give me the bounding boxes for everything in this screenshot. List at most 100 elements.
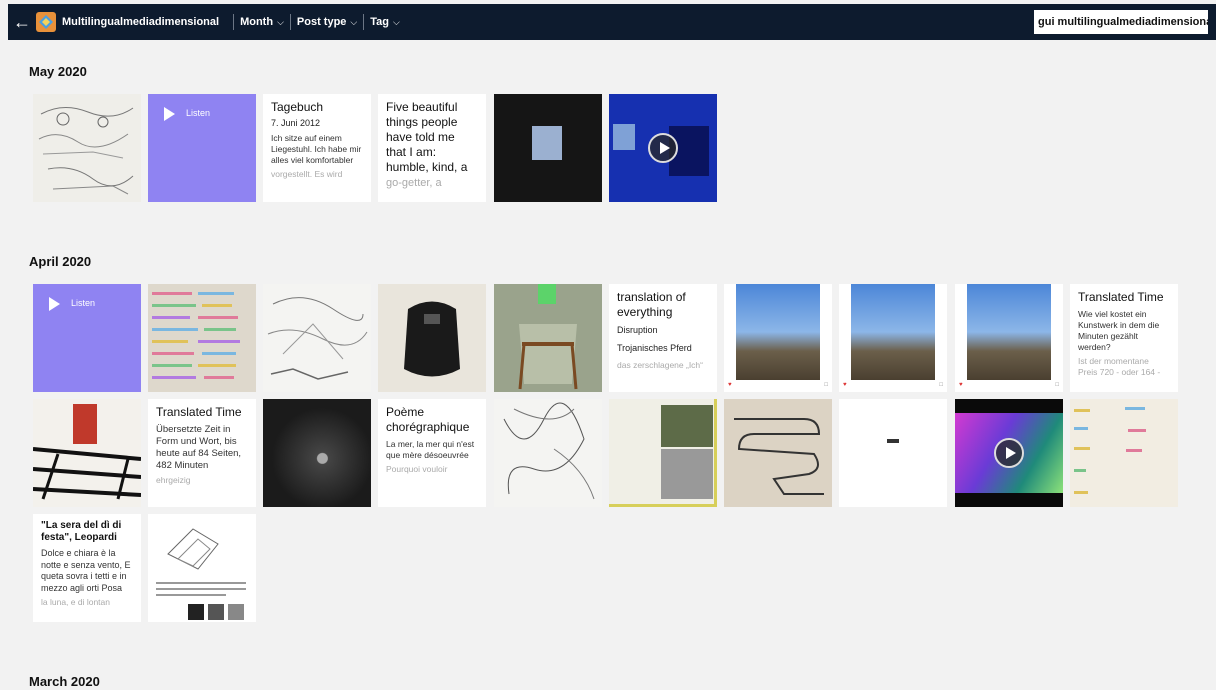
photo-image [734,418,824,495]
audio-post-tile[interactable]: Listen [148,94,256,202]
post-body: La mer, la mer qui n'est que mère désoeu… [386,439,475,460]
photo-tile-line-drawing[interactable] [263,284,371,392]
text-post-translation[interactable]: translation of everything Disruption Tro… [609,284,717,392]
photo-image [33,404,141,500]
photo-tile-woodcut[interactable] [33,399,141,507]
post-body: humble, kind, a [386,160,468,174]
video-tile-gradient[interactable] [955,399,1063,507]
top-bar: ← Multilingualmediadimensional Month ⌵ Po… [8,4,1216,40]
photo-tile-notes[interactable] [1070,399,1178,507]
text-post-translated-time-1[interactable]: Translated Time Wie viel kostet ein Kuns… [1070,284,1178,392]
photo-tile-sky-3[interactable]: ♥ □ [955,284,1063,392]
post-body-fade: Pourquoi vouloir [386,464,448,474]
photo-image [967,284,1051,380]
reaction-bar: ♥ □ [959,382,1059,390]
listen-label: Listen [71,298,96,308]
photo-tile-dark-screen[interactable] [494,94,602,202]
month-menu-label: Month [240,16,274,28]
chevron-down-icon: ⌵ [392,16,400,27]
photo-tile-dark-texture[interactable] [263,399,371,507]
back-arrow-icon[interactable]: ← [8,12,36,33]
text-post-five-beautiful[interactable]: Five beautiful things people have told m… [378,94,486,202]
photo-tile-scribble[interactable] [494,399,602,507]
post-type-menu-label: Post type [296,16,347,28]
post-body: Wie viel kostet ein Kunstwerk in dem die… [1078,309,1160,352]
divider [289,14,291,30]
post-title: Five beautiful things people have told m… [386,100,458,159]
audio-post-tile[interactable]: Listen [33,284,141,392]
photo-image [156,528,246,620]
photo-tile-white[interactable] [839,399,947,507]
play-icon[interactable] [648,133,678,163]
post-body: Übersetzte Zeit in Form und Wort, bis he… [156,424,242,471]
post-title: "La sera del dì di festa", Leopardi [41,520,122,543]
search-input[interactable]: gui multilingualmediadimensional [1034,10,1208,34]
photo-image [503,402,595,500]
play-icon[interactable] [164,107,175,121]
photo-tile-wire-path[interactable] [724,399,832,507]
play-icon[interactable] [994,438,1024,468]
comment-icon[interactable]: □ [824,382,828,390]
video-tile-desktop[interactable] [609,94,717,202]
photo-tile-architecture[interactable] [148,514,256,622]
photo-image [263,399,371,507]
post-date: 7. Juni 2012 [271,118,321,128]
photo-image [1074,407,1146,494]
chevron-down-icon: ⌵ [277,16,284,27]
post-title: Translated Time [1078,290,1164,304]
post-body-fade: das zerschlagene „Ich“ [617,360,703,370]
post-body: Ich sitze auf einem Liegestuhl. Ich habe… [271,133,362,165]
post-tile-sketch[interactable] [33,94,141,202]
photo-image [404,301,460,377]
reaction-bar: ♥ □ [843,382,943,390]
heart-icon[interactable]: ♥ [959,382,963,390]
month-heading-march: March 2020 [29,674,100,689]
photo-image [887,439,899,443]
video-thumbnail [613,124,635,150]
sketch-image [38,107,134,195]
post-title: Tagebuch [271,100,324,114]
photo-tile-chair[interactable] [494,284,602,392]
photo-image [661,405,713,447]
photo-image [736,284,820,380]
post-body-fade: Ist der momentane Preis 720 - oder 164 - [1078,356,1161,377]
listen-label: Listen [186,108,211,118]
photo-tile-sky-2[interactable]: ♥ □ [839,284,947,392]
photo-image [851,284,935,380]
month-heading-april: April 2020 [29,254,92,269]
photo-tile-sky-1[interactable]: ♥ □ [724,284,832,392]
photo-image [152,292,240,379]
heart-icon[interactable]: ♥ [843,382,847,390]
divider [363,14,365,30]
play-icon[interactable] [49,297,60,311]
post-line: Disruption [617,325,658,335]
photo-tile-black-bag[interactable] [378,284,486,392]
reaction-bar: ♥ □ [728,382,828,390]
text-post-tagebuch[interactable]: Tagebuch 7. Juni 2012 Ich sitze auf eine… [263,94,371,202]
divider [233,14,235,30]
photo-image [661,449,713,499]
photo-tile-document[interactable] [609,399,717,507]
post-body-fade: go-getter, a [386,177,442,189]
post-type-menu[interactable]: Post type ⌵ [297,16,357,28]
text-post-poeme[interactable]: Poème chorégraphique La mer, la mer qui … [378,399,486,507]
blog-name[interactable]: Multilingualmediadimensional [62,16,219,28]
photo-tile-colored-list[interactable] [148,284,256,392]
photo-image [532,126,562,160]
text-post-la-sera[interactable]: "La sera del dì di festa", Leopardi Dolc… [33,514,141,622]
post-title: Translated Time [156,405,242,419]
post-title: Poème chorégraphique [386,405,470,434]
photo-image [267,297,368,380]
month-heading-may: May 2020 [29,64,87,79]
comment-icon[interactable]: □ [939,382,943,390]
post-body-fade: la luna, e di lontan [41,597,110,607]
post-title: translation of everything [617,290,686,319]
post-body: Dolce e chiara è la notte e senza vento,… [41,548,131,593]
month-menu[interactable]: Month ⌵ [240,16,284,28]
tag-menu[interactable]: Tag ⌵ [370,16,400,28]
post-body-fade: vorgestellt. Es wird [271,169,343,179]
comment-icon[interactable]: □ [1055,382,1059,390]
blog-avatar[interactable] [36,12,56,32]
text-post-translated-time-2[interactable]: Translated Time Übersetzte Zeit in Form … [148,399,256,507]
heart-icon[interactable]: ♥ [728,382,732,390]
